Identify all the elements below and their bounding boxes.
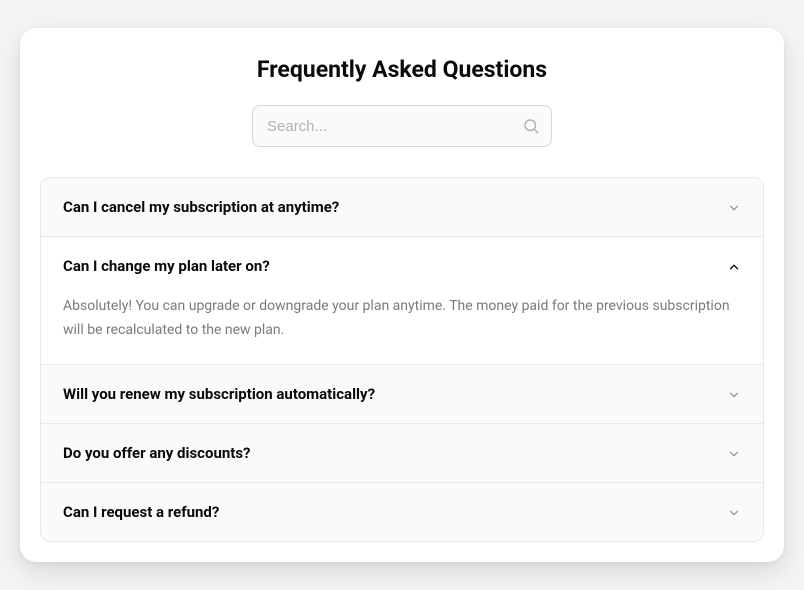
- search-input[interactable]: [252, 105, 552, 147]
- faq-item-header[interactable]: Will you renew my subscription automatic…: [41, 365, 763, 423]
- faq-item-header[interactable]: Can I change my plan later on?: [41, 237, 763, 295]
- faq-question: Will you renew my subscription automatic…: [63, 385, 375, 403]
- faq-item: Will you renew my subscription automatic…: [41, 365, 763, 424]
- faq-item: Can I cancel my subscription at anytime?: [41, 178, 763, 237]
- faq-question: Can I change my plan later on?: [63, 257, 270, 275]
- faq-question: Can I request a refund?: [63, 503, 219, 521]
- faq-answer: Absolutely! You can upgrade or downgrade…: [41, 295, 763, 363]
- search-container: [40, 105, 764, 147]
- faq-item-header[interactable]: Can I request a refund?: [41, 483, 763, 541]
- chevron-down-icon: [727, 200, 741, 214]
- faq-question: Do you offer any discounts?: [63, 444, 251, 462]
- chevron-down-icon: [727, 387, 741, 401]
- faq-item-header[interactable]: Can I cancel my subscription at anytime?: [41, 178, 763, 236]
- chevron-down-icon: [727, 446, 741, 460]
- chevron-down-icon: [727, 505, 741, 519]
- faq-card: Frequently Asked Questions Can I cancel …: [20, 28, 784, 561]
- faq-accordion: Can I cancel my subscription at anytime?…: [40, 177, 764, 541]
- faq-item: Can I request a refund?: [41, 483, 763, 541]
- faq-item: Can I change my plan later on? Absolutel…: [41, 237, 763, 364]
- faq-item-header[interactable]: Do you offer any discounts?: [41, 424, 763, 482]
- chevron-up-icon: [727, 259, 741, 273]
- search-box: [252, 105, 552, 147]
- page-title: Frequently Asked Questions: [40, 56, 764, 83]
- faq-question: Can I cancel my subscription at anytime?: [63, 198, 339, 216]
- faq-item: Do you offer any discounts?: [41, 424, 763, 483]
